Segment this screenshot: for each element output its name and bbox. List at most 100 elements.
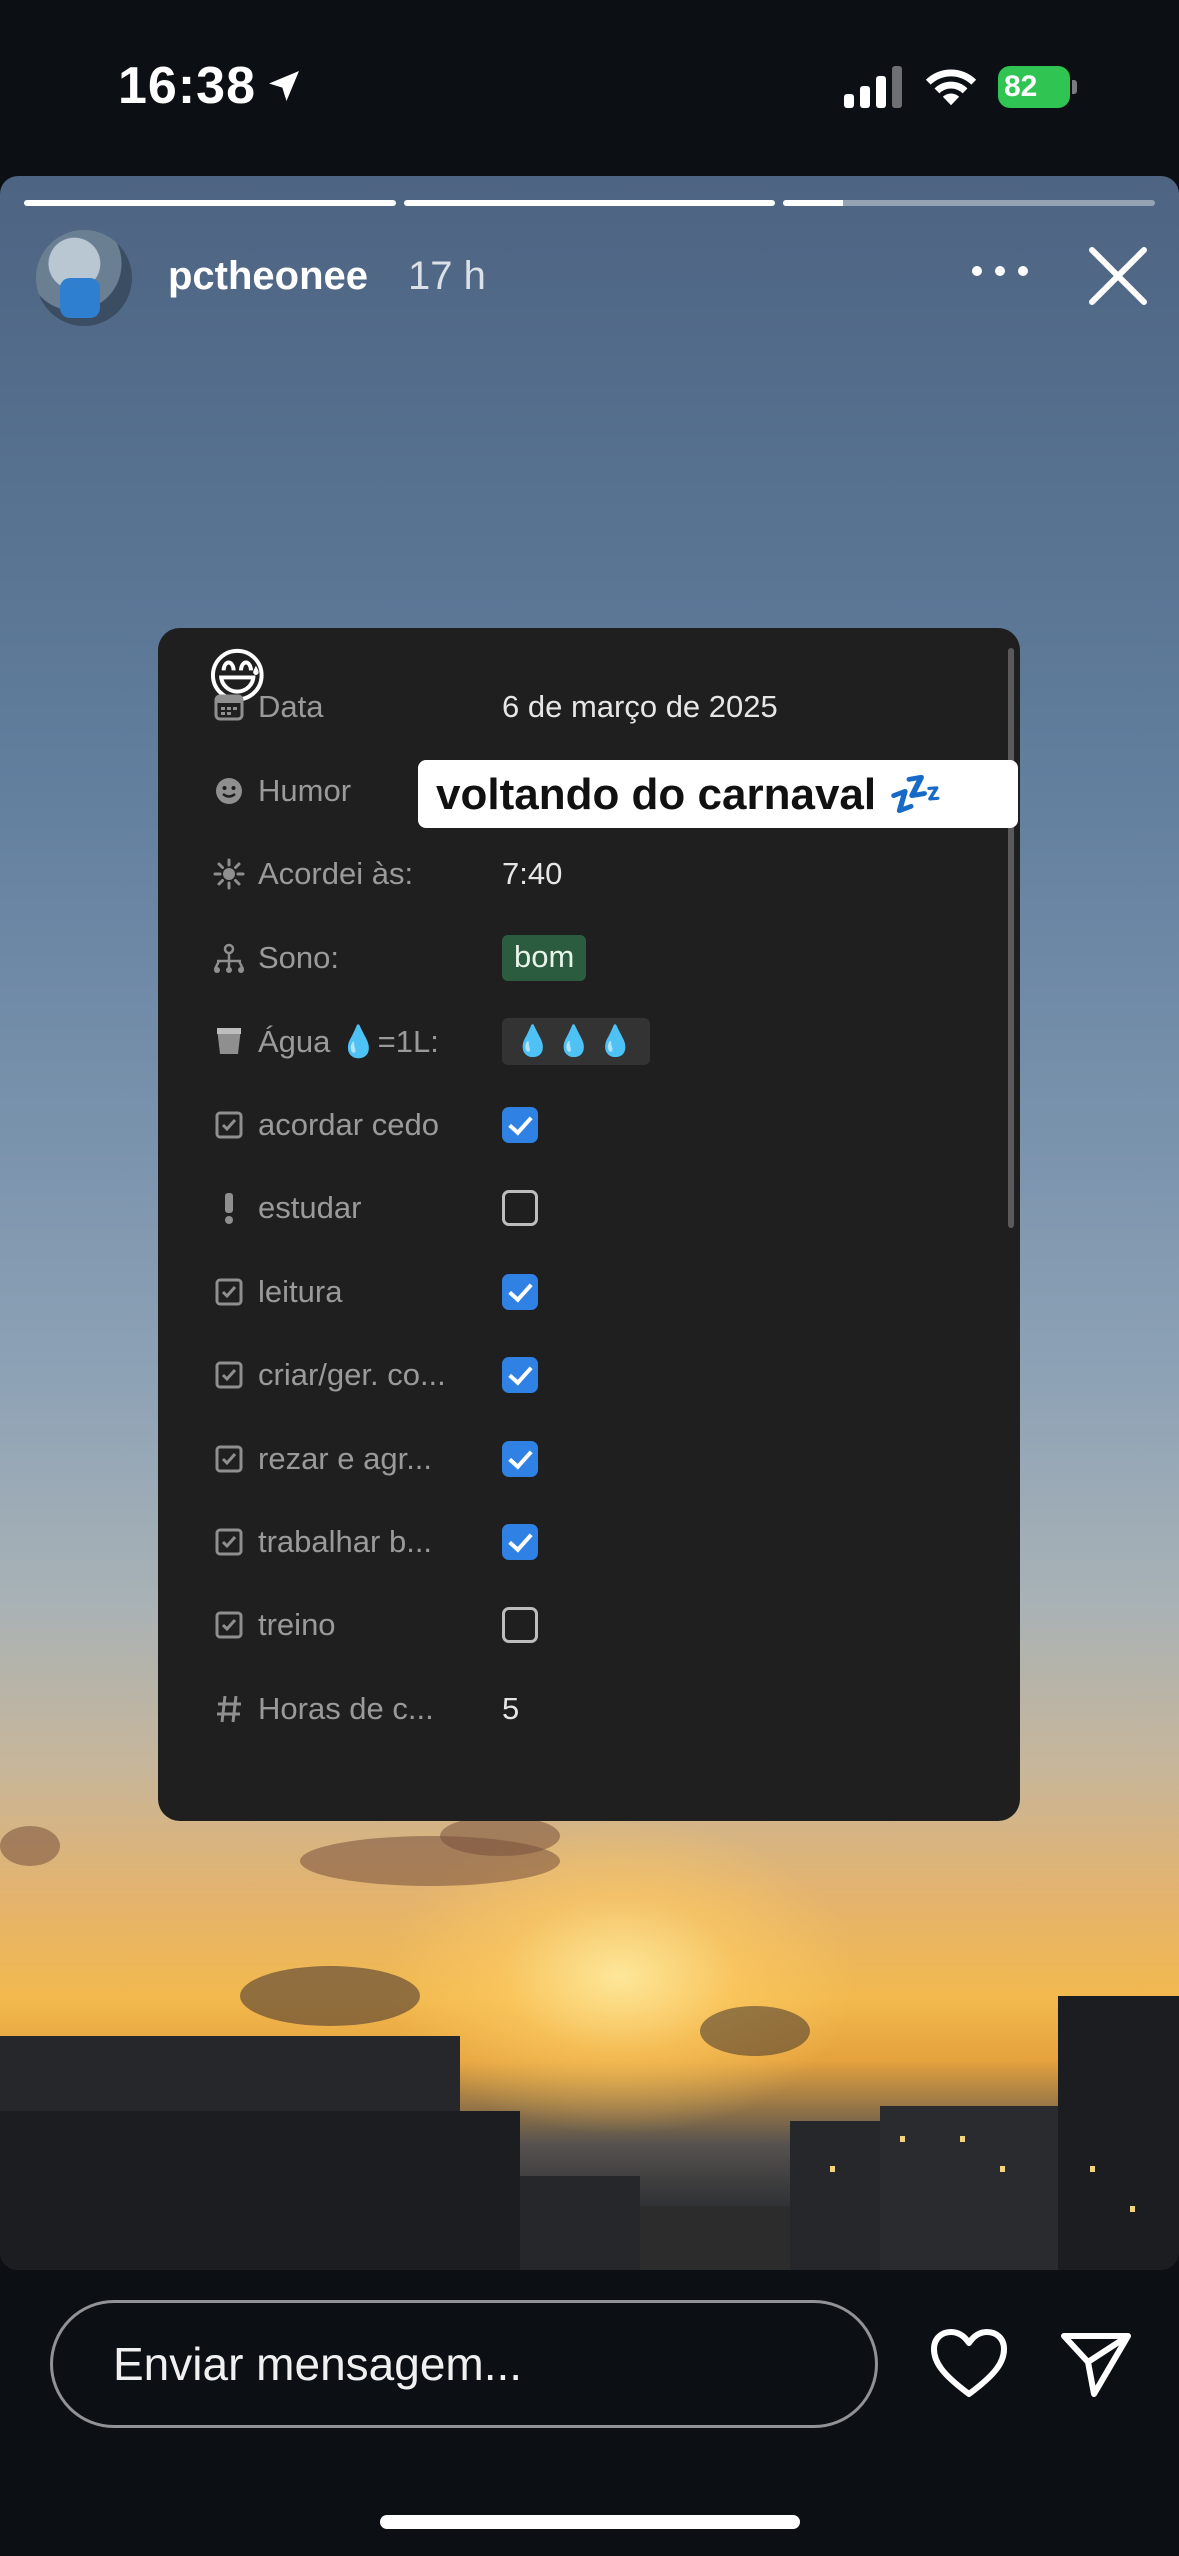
property-label: Data [258, 689, 324, 724]
property-label: rezar e agr... [258, 1441, 433, 1476]
battery-cap [1072, 80, 1077, 94]
lit-window [1000, 2166, 1005, 2172]
checkbox-checked[interactable] [502, 1274, 538, 1310]
text-sticker[interactable]: voltando do carnaval 💤 [418, 760, 1018, 828]
lit-window [960, 2136, 965, 2142]
checkbox-property-icon [210, 1440, 248, 1478]
property-label: acordar cedo [258, 1107, 439, 1142]
hash-icon [210, 1690, 248, 1728]
property-row: acordar cedo [210, 1095, 990, 1155]
checkbox-unchecked[interactable] [502, 1607, 538, 1643]
property-label: Horas de c... [258, 1691, 434, 1726]
property-value: 7:40 [502, 856, 563, 891]
property-row: Data 6 de março de 2025 [210, 677, 990, 737]
property-value [502, 1607, 538, 1643]
building [0, 2111, 520, 2270]
property-row: Sono: bom [210, 928, 990, 988]
exclamation-icon [210, 1189, 248, 1227]
checkbox-checked[interactable] [502, 1357, 538, 1393]
story-time: 17 h [408, 254, 486, 298]
status-time: 16:38 [118, 57, 256, 115]
property-value: bom [502, 935, 587, 981]
message-input[interactable] [50, 2300, 878, 2428]
location-arrow-icon [269, 71, 299, 101]
scrollbar [1008, 648, 1014, 1228]
property-row: leitura [210, 1262, 990, 1322]
progress-fill [403, 200, 776, 206]
property-value: 6 de março de 2025 [502, 689, 778, 724]
water-tag: 💧💧💧 [502, 1017, 651, 1065]
property-row: Horas de c... 5 [210, 1679, 990, 1739]
checkbox-unchecked[interactable] [502, 1190, 538, 1226]
property-value [502, 1441, 538, 1477]
lit-window [1130, 2206, 1135, 2212]
property-row: Acordei às: 7:40 [210, 844, 990, 904]
heart-icon[interactable] [930, 2328, 1008, 2400]
checkbox-property-icon [210, 1273, 248, 1311]
lit-window [900, 2136, 905, 2142]
property-label: treino [258, 1607, 336, 1642]
home-indicator[interactable] [380, 2515, 800, 2529]
story-progress-segment [783, 200, 1156, 206]
checkbox-property-icon [210, 1523, 248, 1561]
property-value [502, 1107, 538, 1143]
cloud [440, 1816, 560, 1856]
property-label: Acordei às: [258, 856, 414, 891]
progress-fill [783, 200, 843, 206]
property-row: estudar [210, 1178, 990, 1238]
building [640, 2206, 810, 2270]
cellular-signal-icon [844, 66, 902, 108]
cloud [240, 1966, 420, 2026]
story-progress-segment [24, 200, 396, 206]
property-label: estudar [258, 1190, 362, 1225]
avatar[interactable] [36, 230, 132, 326]
property-value [502, 1190, 538, 1226]
progress-fill [24, 200, 396, 206]
property-value: 5 [502, 1691, 520, 1726]
checkbox-checked[interactable] [502, 1441, 538, 1477]
building [1058, 1996, 1179, 2270]
cup-icon [210, 1022, 248, 1060]
sun-icon [210, 855, 248, 893]
property-row: criar/ger. co... [210, 1345, 990, 1405]
close-icon[interactable] [1086, 244, 1150, 308]
cloud [0, 1826, 60, 1866]
property-row: trabalhar b... [210, 1512, 990, 1572]
property-value [502, 1274, 538, 1310]
story-viewer[interactable]: pctheonee 17 h 😅 Data 6 de março de 2025… [0, 176, 1179, 2270]
checkbox-checked[interactable] [502, 1524, 538, 1560]
cloud [700, 2006, 810, 2056]
wifi-icon [925, 69, 977, 106]
more-options-icon[interactable] [970, 264, 1030, 278]
property-row: rezar e agr... [210, 1429, 990, 1489]
property-label: Sono: [258, 940, 340, 975]
property-label: Água 💧=1L: [258, 1023, 439, 1059]
checkbox-property-icon [210, 1106, 248, 1144]
building [880, 2106, 1060, 2270]
story-progress-segment [403, 200, 776, 206]
property-value [502, 1357, 538, 1393]
property-row: Água 💧=1L: 💧💧💧 [210, 1011, 990, 1071]
send-icon[interactable] [1060, 2328, 1132, 2400]
property-label: criar/ger. co... [258, 1357, 446, 1392]
property-row: treino [210, 1595, 990, 1655]
property-label: leitura [258, 1274, 343, 1309]
lit-window [830, 2166, 835, 2172]
property-value: 💧💧💧 [502, 1017, 651, 1065]
checkbox-property-icon [210, 1356, 248, 1394]
sleep-tag: bom [502, 935, 587, 981]
property-value [502, 1524, 538, 1560]
story-username[interactable]: pctheonee [168, 254, 368, 299]
sleep-icon [210, 939, 248, 977]
story-progress-bars [24, 200, 1156, 206]
property-label: trabalhar b... [258, 1524, 433, 1559]
calendar-icon [210, 688, 248, 726]
status-bar: 16:38 82 [0, 0, 1179, 175]
lit-window [1090, 2166, 1095, 2172]
battery-level: 82 [1004, 70, 1038, 103]
checkbox-property-icon [210, 1606, 248, 1644]
building [520, 2176, 640, 2270]
smiley-icon [210, 772, 248, 810]
battery-indicator: 82 [998, 66, 1078, 108]
checkbox-checked[interactable] [502, 1107, 538, 1143]
